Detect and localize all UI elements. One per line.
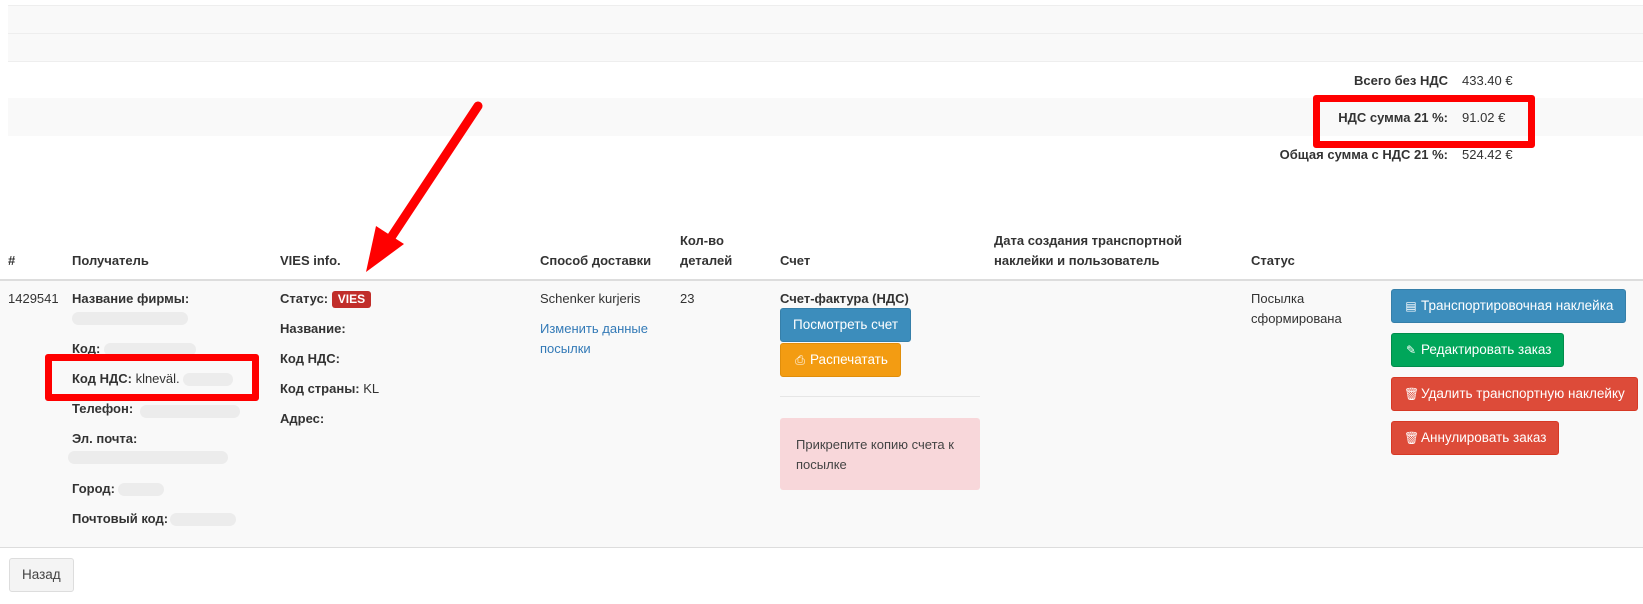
annotation-arrow-icon [366,101,483,272]
